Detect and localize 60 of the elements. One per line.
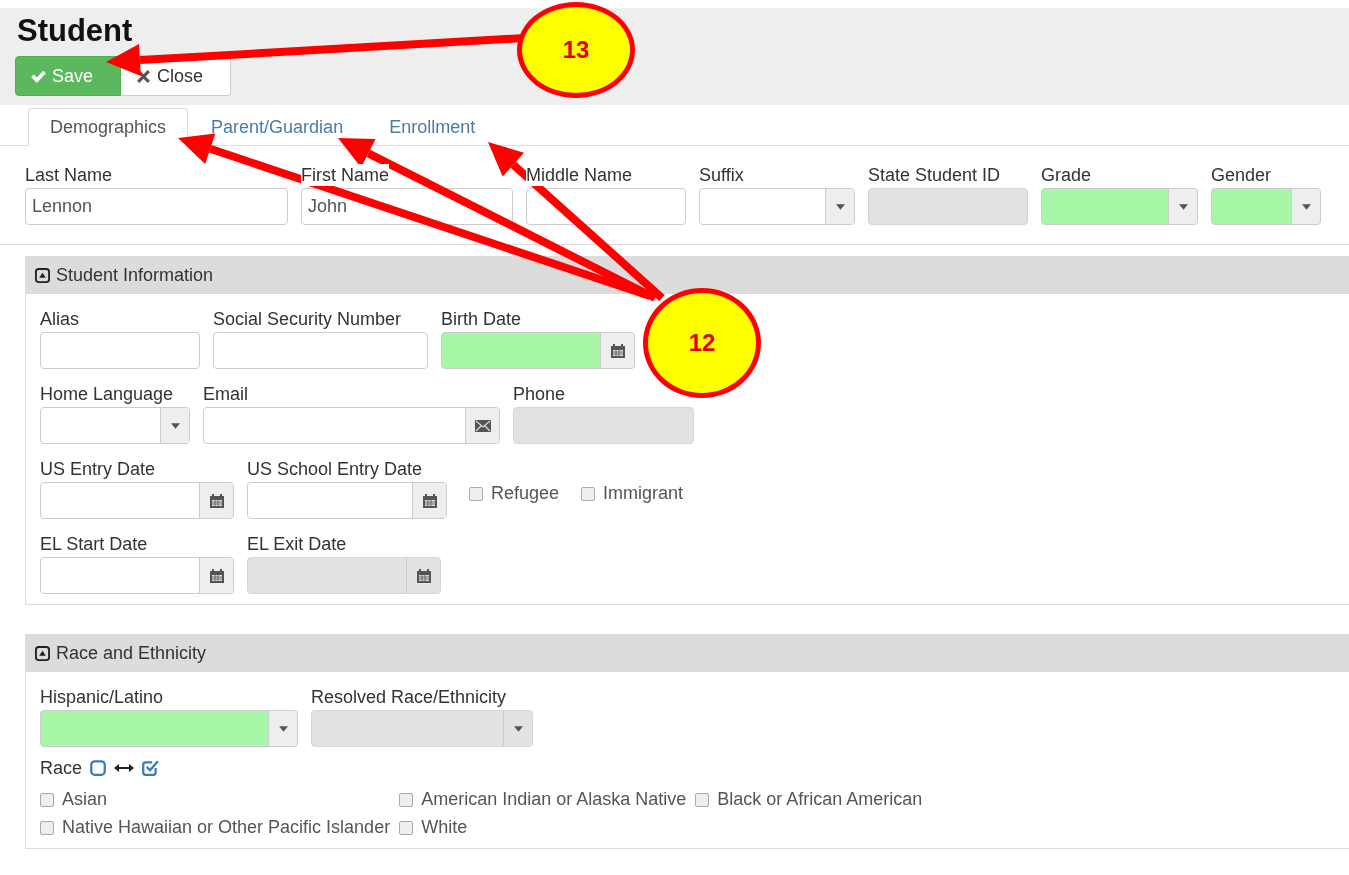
envelope-icon: [474, 417, 491, 434]
date-field[interactable]: [247, 482, 447, 519]
section-header[interactable]: Race and Ethnicity: [26, 635, 1349, 672]
close-icon: [135, 67, 152, 85]
text-field[interactable]: Lennon: [25, 188, 288, 225]
field-label: Alias: [40, 308, 80, 330]
checked-square-icon[interactable]: [141, 759, 160, 777]
field-label: Birth Date: [441, 308, 523, 330]
calendar-icon: [208, 492, 225, 509]
callout-number: 12: [643, 288, 761, 398]
checkbox[interactable]: Native Hawaiian or Other Pacific Islander: [40, 817, 391, 838]
calendar-icon: [609, 342, 626, 359]
field-label: Email: [203, 383, 249, 405]
calendar-icon: [421, 492, 438, 509]
checkbox[interactable]: Black or African American: [695, 789, 923, 810]
field-label: Hispanic/Latino: [40, 686, 165, 708]
caret-icon: [170, 422, 180, 429]
checkbox[interactable]: Asian: [40, 789, 391, 810]
caret-icon: [513, 725, 523, 732]
field-label: Race: [40, 757, 83, 779]
field-label: First Name: [301, 164, 389, 186]
field-label: Resolved Race/Ethnicity: [311, 686, 508, 708]
field-label: US Entry Date: [40, 458, 157, 480]
field-label: Home Language: [40, 383, 175, 405]
tab[interactable]: Demographics: [28, 108, 189, 146]
dropdown[interactable]: [40, 407, 190, 444]
calendar-icon: [208, 567, 225, 584]
text-field[interactable]: [213, 332, 428, 369]
section-header[interactable]: Student Information: [26, 257, 1349, 294]
collapse-icon[interactable]: [35, 268, 50, 283]
dropdown[interactable]: [1211, 188, 1321, 225]
text-field[interactable]: [40, 332, 200, 369]
field-label: Phone: [513, 383, 567, 405]
caret-icon: [278, 725, 288, 732]
tab[interactable]: Enrollment: [366, 108, 499, 146]
caret-icon: [1301, 203, 1311, 210]
field-label: EL Start Date: [40, 533, 149, 555]
checkbox[interactable]: American Indian or Alaska Native: [399, 789, 687, 810]
date-field[interactable]: [40, 557, 234, 594]
collapse-icon[interactable]: [35, 646, 50, 661]
calendar-icon: [415, 567, 432, 584]
field-label: EL Exit Date: [247, 533, 348, 555]
field-label: Social Security Number: [213, 308, 403, 330]
checkbox[interactable]: White: [399, 817, 687, 838]
caret-icon: [1178, 203, 1188, 210]
page-title: Student: [17, 12, 133, 50]
field-label: US School Entry Date: [247, 458, 424, 480]
double-arrow-icon: [114, 762, 135, 774]
square-icon[interactable]: [89, 759, 108, 777]
text-field[interactable]: [526, 188, 686, 225]
dropdown[interactable]: [40, 710, 298, 747]
checkbox[interactable]: Immigrant: [581, 458, 684, 504]
date-field[interactable]: [40, 482, 234, 519]
date-field[interactable]: [441, 332, 635, 369]
dropdown[interactable]: [699, 188, 855, 225]
checkbox[interactable]: Refugee: [469, 458, 560, 504]
dropdown[interactable]: [1041, 188, 1198, 225]
caret-icon: [835, 203, 845, 210]
tab[interactable]: Parent/Guardian: [188, 108, 367, 146]
email-field[interactable]: [203, 407, 500, 444]
